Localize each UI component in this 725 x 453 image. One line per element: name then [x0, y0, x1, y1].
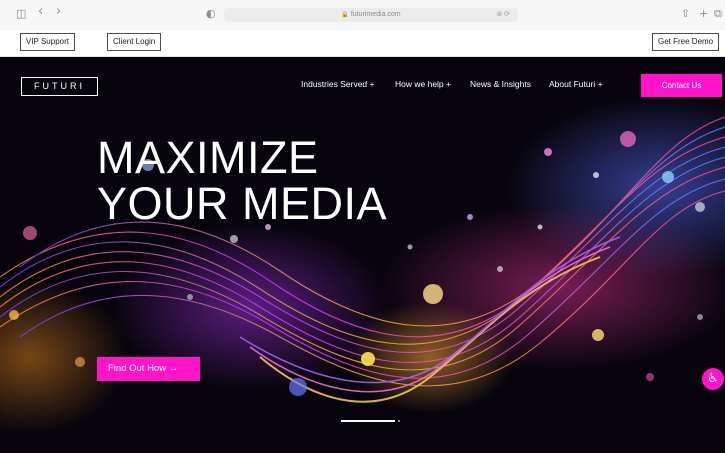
hero-background-waves	[0, 116, 725, 403]
page: ◫ ‹ › ◐ 🔒 futurimedia.com ⊛ ⟳ ⇧ + ⧉ VIP S…	[0, 0, 725, 453]
tabs-icon[interactable]: ⧉	[714, 8, 722, 20]
nav-news-insights[interactable]: News & Insights	[470, 79, 531, 93]
new-tab-icon[interactable]: +	[699, 8, 708, 20]
accessibility-icon[interactable]: ♿	[702, 368, 724, 390]
privacy-icon[interactable]: ◐	[206, 8, 216, 20]
share-icon[interactable]: ⇧	[681, 8, 690, 20]
url-text: futurimedia.com	[350, 11, 401, 18]
nav-how-we-help[interactable]: How we help +	[395, 79, 451, 93]
slide-indicator-inactive[interactable]	[398, 420, 400, 422]
hero-headline-line2: YOUR MEDIA	[97, 178, 388, 229]
extensions-icon[interactable]: ⊛ ⟳	[496, 8, 510, 22]
futuri-logo[interactable]: FUTURI	[21, 77, 98, 96]
address-bar[interactable]: 🔒 futurimedia.com ⊛ ⟳	[224, 8, 518, 22]
slide-indicator-active[interactable]	[341, 420, 395, 422]
lock-icon: 🔒	[341, 12, 349, 18]
client-login-button[interactable]: Client Login	[107, 33, 162, 51]
hero-headline-line1: MAXIMIZE	[97, 132, 319, 183]
slide-indicator	[341, 420, 400, 423]
hero-section: FUTURI Industries Served + How we help +…	[0, 57, 725, 453]
contact-us-button[interactable]: Contact Us	[641, 74, 722, 97]
browser-toolbar: ◫ ‹ › ◐ 🔒 futurimedia.com ⊛ ⟳ ⇧ + ⧉	[0, 0, 725, 30]
nav-industries-served[interactable]: Industries Served +	[301, 79, 374, 93]
forward-icon[interactable]: ›	[56, 5, 61, 18]
back-icon[interactable]: ‹	[38, 5, 43, 18]
utility-bar: VIP Support Client Login Get Free Demo	[0, 30, 725, 57]
hero-headline: MAXIMIZE YOUR MEDIA	[97, 135, 387, 227]
nav-about-futuri[interactable]: About Futuri +	[549, 79, 603, 93]
sidebar-icon[interactable]: ◫	[16, 8, 26, 20]
find-out-how-button[interactable]: Find Out How →	[97, 357, 200, 381]
vip-support-button[interactable]: VIP Support	[20, 33, 75, 51]
get-free-demo-button[interactable]: Get Free Demo	[652, 33, 720, 51]
